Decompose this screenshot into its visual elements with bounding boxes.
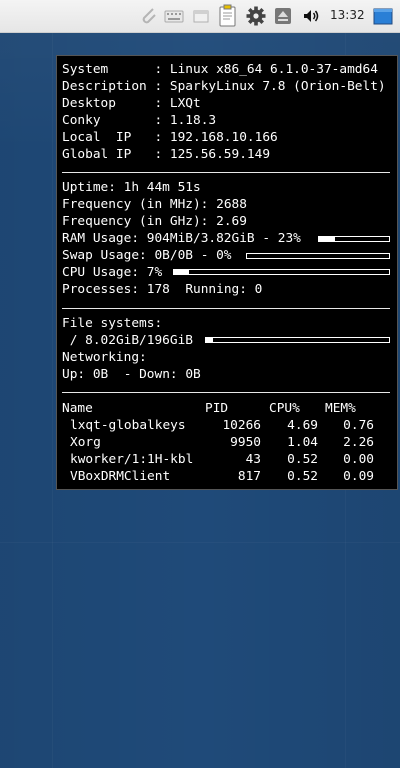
divider [62, 172, 390, 173]
col-pid-header: PID [205, 401, 229, 416]
process-pid: 10266 [222, 418, 261, 433]
conky-version-row: Conky : 1.18.3 [62, 113, 217, 128]
process-name: lxqt-globalkeys [70, 418, 186, 433]
show-desktop-icon[interactable] [373, 7, 393, 27]
description-row: Description : SparkyLinux 7.8 (Orion-Bel… [62, 79, 386, 94]
divider [62, 392, 390, 393]
volume-icon[interactable] [301, 6, 321, 26]
top-panel: 13:32 [0, 0, 400, 33]
cpu-usage-bar [173, 269, 390, 275]
clock[interactable]: 13:32 [330, 8, 365, 22]
process-cpu: 1.04 [287, 435, 318, 450]
conky-monitor: System : Linux x86_64 6.1.0-37-amd64 Des… [56, 55, 398, 490]
swap-usage-row: Swap Usage: 0B/0B - 0% [62, 248, 232, 263]
eject-icon[interactable] [273, 6, 293, 26]
process-mem: 0.09 [343, 469, 374, 484]
networking-label: Networking: [62, 350, 147, 365]
process-cpu: 4.69 [287, 418, 318, 433]
network-traffic-row: Up: 0B - Down: 0B [62, 367, 201, 382]
process-name: VBoxDRMClient [70, 469, 171, 484]
desktop-row: Desktop : LXQt [62, 96, 201, 111]
process-pid: 43 [245, 452, 261, 467]
process-pid: 817 [237, 469, 261, 484]
ram-usage-row: RAM Usage: 904MiB/3.82GiB - 23% [62, 231, 301, 246]
local-ip-row: Local IP : 192.168.10.166 [62, 130, 278, 145]
keyboard-icon[interactable] [163, 6, 185, 26]
root-fs-bar [205, 337, 390, 343]
process-mem: 0.00 [343, 452, 374, 467]
freq-mhz-row: Frequency (in MHz): 2688 [62, 197, 247, 212]
gear-icon[interactable] [245, 6, 267, 26]
col-cpu-header: CPU% [269, 401, 300, 416]
processes-row: Processes: 178 Running: 0 [62, 282, 263, 297]
process-name: Xorg [70, 435, 101, 450]
process-mem: 0.76 [343, 418, 374, 433]
root-fs-row: / 8.02GiB/196GiB [69, 333, 193, 348]
process-mem: 2.26 [343, 435, 374, 450]
paperclip-icon[interactable] [138, 6, 160, 26]
process-pid: 9950 [230, 435, 261, 450]
swap-usage-bar [246, 253, 390, 259]
cpu-usage-row: CPU Usage: 7% [62, 265, 163, 280]
uptime-row: Uptime: 1h 44m 51s [62, 180, 201, 195]
clipboard-icon[interactable] [217, 4, 239, 28]
system-row: System : Linux x86_64 6.1.0-37-amd64 [62, 62, 378, 77]
process-name: kworker/1:1H-kbl [70, 452, 194, 467]
col-mem-header: MEM% [325, 401, 356, 416]
freq-ghz-row: Frequency (in GHz): 2.69 [62, 214, 247, 229]
process-cpu: 0.52 [287, 469, 318, 484]
ram-usage-bar [318, 236, 390, 242]
cpu-usage-bar-fill [174, 270, 190, 274]
window-icon[interactable] [191, 6, 211, 26]
divider [62, 308, 390, 309]
col-name-header: Name [62, 401, 93, 416]
global-ip-row: Global IP : 125.56.59.149 [62, 147, 271, 162]
root-fs-bar-fill [206, 338, 214, 342]
ram-usage-bar-fill [319, 237, 336, 241]
process-cpu: 0.52 [287, 452, 318, 467]
filesystems-label: File systems: [62, 316, 163, 331]
